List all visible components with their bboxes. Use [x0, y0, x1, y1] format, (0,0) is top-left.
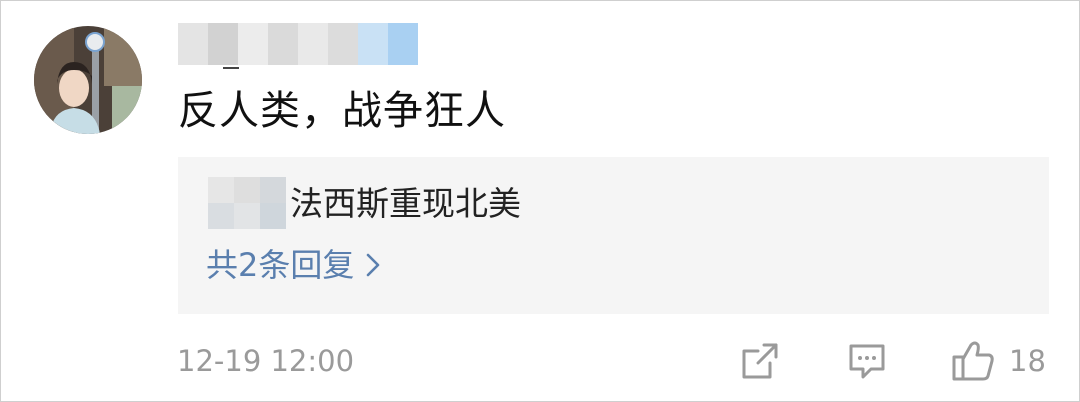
username-blurred[interactable] — [178, 23, 418, 65]
reply-preview[interactable]: 法西斯重现北美 共2条回复 — [178, 157, 1049, 314]
comment-icon — [849, 344, 885, 379]
timestamp: 12-19 12:00 — [177, 344, 355, 378]
comment-card: 反人类，战争狂人 法西斯重现北美 共2条回复 12-19 12:00 18 — [0, 0, 1080, 402]
share-icon — [742, 343, 778, 379]
reply-text: 法西斯重现北美 — [290, 184, 521, 223]
like-count: 18 — [1009, 344, 1046, 378]
avatar[interactable] — [34, 26, 142, 134]
thumbs-up-icon — [952, 341, 994, 381]
reply-button[interactable] — [847, 339, 887, 383]
comment-text: 反人类，战争狂人 — [178, 88, 506, 134]
username-underscore — [223, 67, 239, 69]
like-button[interactable]: 18 — [951, 339, 1046, 383]
chevron-right-icon — [367, 253, 380, 277]
view-replies-label: 共2条回复 — [206, 246, 355, 284]
share-button[interactable] — [740, 339, 780, 383]
view-replies-link[interactable]: 共2条回复 — [206, 243, 380, 287]
reply-username-blurred[interactable] — [208, 177, 286, 229]
